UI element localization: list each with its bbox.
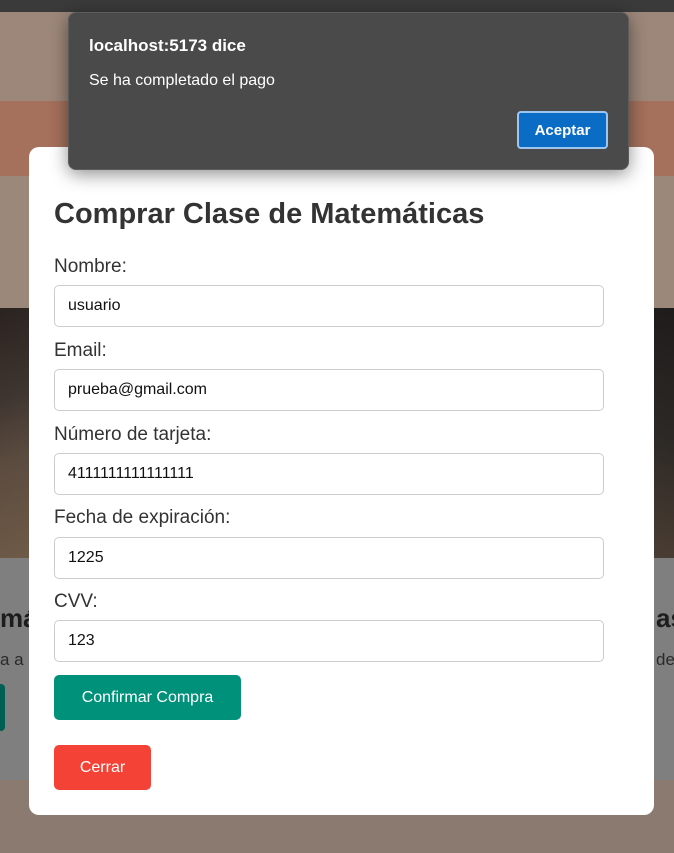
name-label: Nombre: xyxy=(54,256,127,277)
name-input[interactable] xyxy=(54,285,604,327)
browser-topbar xyxy=(0,0,674,12)
confirm-purchase-button[interactable]: Confirmar Compra xyxy=(54,675,241,720)
expiry-label: Fecha de expiración: xyxy=(54,507,231,528)
purchase-modal: Comprar Clase de Matemáticas Nombre: Ema… xyxy=(29,147,654,815)
background-card-title-right: as xyxy=(656,603,674,633)
alert-ok-button[interactable]: Aceptar xyxy=(517,111,608,149)
background-photo-left xyxy=(0,308,30,558)
close-button[interactable]: Cerrar xyxy=(54,745,151,790)
background-card-button-left xyxy=(0,684,5,731)
background-card-text-left: a a xyxy=(0,650,24,669)
background-card-text-right: de xyxy=(656,650,674,669)
cvv-label: CVV: xyxy=(54,591,98,612)
cvv-input[interactable] xyxy=(54,620,604,662)
card-number-input[interactable] xyxy=(54,453,604,495)
email-input[interactable] xyxy=(54,369,604,411)
browser-alert-dialog: localhost:5173 dice Se ha completado el … xyxy=(68,12,629,170)
alert-message: Se ha completado el pago xyxy=(89,72,275,89)
card-number-label: Número de tarjeta: xyxy=(54,424,212,445)
alert-title: localhost:5173 dice xyxy=(89,36,246,55)
email-label: Email: xyxy=(54,340,107,361)
expiry-input[interactable] xyxy=(54,537,604,579)
background-photo-right xyxy=(654,308,674,558)
modal-title: Comprar Clase de Matemáticas xyxy=(54,198,485,230)
